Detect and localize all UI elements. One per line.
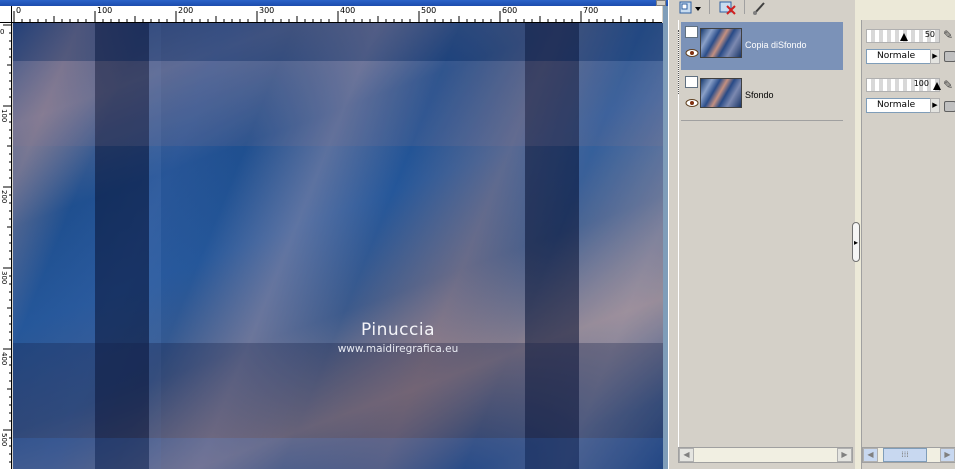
- delete-layer-button[interactable]: [719, 0, 739, 15]
- ruler-label: 600: [502, 6, 518, 15]
- ruler-label: 400: [340, 6, 356, 15]
- horizontal-ruler: 0 100 200 300 400 500 600 700: [12, 6, 662, 23]
- ruler-label: 0: [0, 28, 5, 36]
- ruler-label: 300: [0, 271, 8, 285]
- palette-collapse-handle[interactable]: ▸: [852, 222, 860, 262]
- layer-name[interactable]: Sfondo: [745, 90, 774, 100]
- ruler-label: 200: [0, 190, 8, 204]
- layers-palette: Copia diSfondo Sfondo ◀ ▶: [668, 0, 855, 469]
- toolbar-divider: [744, 0, 745, 14]
- lock-icon[interactable]: [944, 101, 955, 112]
- layer-row-copia-di-sfondo[interactable]: Copia diSfondo: [681, 22, 843, 70]
- delete-layer-icon: [719, 1, 736, 15]
- properties-horizontal-scrollbar[interactable]: ◀ ⁞⁞⁞ ▶: [862, 447, 955, 463]
- psp-workspace: 0 100 200 300 400 500 600 700 0 100 200 …: [0, 0, 955, 469]
- ruler-label: 700: [583, 6, 599, 15]
- blend-mode-dropdown-arrow[interactable]: ▶: [930, 49, 940, 64]
- brush-icon[interactable]: ✎: [943, 29, 955, 42]
- watermark-title: Pinuccia: [361, 320, 435, 340]
- opacity-slider-sfondo[interactable]: 100: [866, 78, 941, 92]
- collapse-arrow-icon: ▸: [854, 238, 859, 247]
- ruler-corner: [0, 6, 12, 23]
- brush-icon: [753, 2, 765, 15]
- layer-type-icon: [685, 76, 698, 88]
- scroll-right-button[interactable]: ▶: [940, 448, 955, 462]
- brush-icon[interactable]: ✎: [943, 79, 955, 92]
- scroll-left-button[interactable]: ◀: [863, 448, 878, 462]
- vertical-ruler-ticks: [3, 24, 11, 463]
- layers-toolbar: [669, 0, 856, 20]
- canvas-upper-band: [13, 61, 663, 146]
- ruler-label: 0: [16, 6, 22, 15]
- layer-thumbnail: [700, 78, 742, 108]
- eye-icon[interactable]: [685, 48, 699, 58]
- layer-row-sfondo[interactable]: Sfondo: [681, 72, 843, 120]
- scroll-right-button[interactable]: ▶: [837, 448, 852, 462]
- layer-tree-connector: [678, 30, 680, 94]
- layer-name[interactable]: Copia diSfondo: [745, 40, 807, 50]
- scroll-left-button[interactable]: ◀: [679, 448, 694, 462]
- watermark-url: www.maidiregrafica.eu: [337, 343, 459, 355]
- layer-type-icon: [685, 26, 698, 38]
- opacity-value: 50: [924, 30, 935, 39]
- ruler-label: 100: [0, 109, 8, 123]
- ruler-label: 500: [0, 433, 8, 447]
- opacity-slider-handle[interactable]: [900, 33, 908, 41]
- ruler-label: 300: [259, 6, 275, 15]
- ruler-label: 500: [421, 6, 437, 15]
- blend-mode-select[interactable]: Normale: [866, 49, 940, 64]
- vertical-ruler: 0 100 200 300 400 500: [0, 23, 12, 469]
- new-layer-button[interactable]: [679, 0, 701, 14]
- ruler-label: 400: [0, 352, 8, 366]
- opacity-slider-handle[interactable]: [933, 82, 941, 90]
- edit-mask-button[interactable]: [751, 0, 769, 15]
- lock-icon[interactable]: [944, 51, 955, 62]
- toolbar-divider: [709, 0, 710, 14]
- scroll-thumb[interactable]: ⁞⁞⁞: [883, 448, 927, 462]
- canvas-bottom-band: [13, 438, 663, 469]
- canvas-top-band: [13, 23, 663, 61]
- new-raster-layer-icon: [679, 1, 701, 14]
- ruler-label: 200: [178, 6, 194, 15]
- layer-properties-column: 50 ✎ Normale ▶ 100 ✎ Normale ▶ ◀ ⁞⁞⁞ ▶: [861, 20, 955, 469]
- layers-horizontal-scrollbar[interactable]: ◀ ▶: [678, 447, 853, 463]
- eye-icon[interactable]: [685, 98, 699, 108]
- opacity-value: 100: [913, 79, 929, 88]
- layer-list-divider: [681, 120, 843, 121]
- blend-mode-dropdown-arrow[interactable]: ▶: [930, 98, 940, 113]
- image-window: 0 100 200 300 400 500 600 700 0 100 200 …: [0, 0, 668, 469]
- layer-thumbnail: [700, 28, 742, 58]
- ruler-label: 100: [97, 6, 113, 15]
- image-canvas[interactable]: Pinuccia www.maidiregrafica.eu: [13, 23, 663, 469]
- canvas-lower-band: [13, 343, 663, 438]
- blend-mode-select[interactable]: Normale: [866, 98, 940, 113]
- opacity-slider-copia[interactable]: 50: [866, 29, 940, 43]
